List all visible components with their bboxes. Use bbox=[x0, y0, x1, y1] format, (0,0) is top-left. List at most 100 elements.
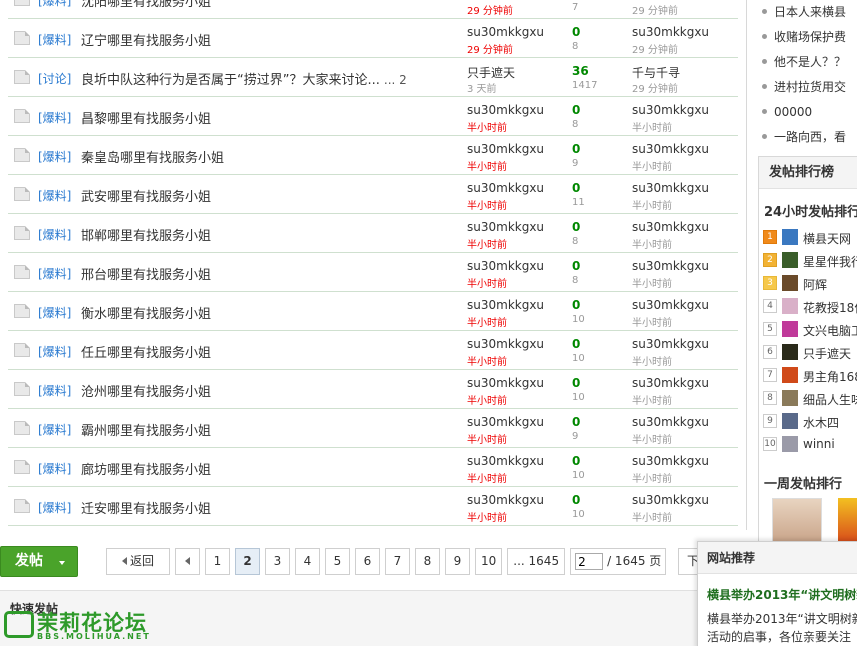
last-poster[interactable]: su30mkkgxu bbox=[632, 337, 709, 351]
thread-title[interactable]: 邯郸哪里有找服务小姐 bbox=[81, 225, 211, 244]
last-poster[interactable]: su30mkkgxu bbox=[632, 259, 709, 273]
thread-category[interactable]: [爆料] bbox=[38, 0, 71, 9]
last-post-time[interactable]: 半小时前 bbox=[632, 509, 672, 524]
thread-author[interactable]: su30mkkgxu bbox=[467, 259, 544, 273]
last-post-time[interactable]: 半小时前 bbox=[632, 431, 672, 446]
avatar[interactable] bbox=[782, 390, 798, 406]
thread-author[interactable]: su30mkkgxu bbox=[467, 376, 544, 390]
page-6-button[interactable]: 6 bbox=[355, 548, 380, 575]
thread-title-text[interactable]: 任丘哪里有找服务小姐 bbox=[81, 346, 211, 361]
ranking-item[interactable]: 3 阿辉 bbox=[763, 273, 857, 293]
list-item[interactable]: 00000 bbox=[762, 100, 857, 125]
last-post-time[interactable]: 半小时前 bbox=[632, 314, 672, 329]
thread-author[interactable]: su30mkkgxu bbox=[467, 337, 544, 351]
page-10-button[interactable]: 10 bbox=[475, 548, 503, 575]
last-post-time[interactable]: 半小时前 bbox=[632, 119, 672, 134]
thread-category[interactable]: [爆料] bbox=[38, 148, 71, 165]
back-button[interactable]: 返回 bbox=[106, 548, 170, 575]
last-poster[interactable]: su30mkkgxu bbox=[632, 220, 709, 234]
thread-title[interactable]: 廊坊哪里有找服务小姐 bbox=[81, 459, 211, 478]
thread-title[interactable]: 良圻中队这种行为是否属于“捞过界”？大家来讨论... ... 2 bbox=[81, 69, 407, 88]
reply-count[interactable]: 0 bbox=[572, 142, 580, 156]
thread-category[interactable]: [爆料] bbox=[38, 460, 71, 477]
thread-category[interactable]: [爆料] bbox=[38, 304, 71, 321]
ranking-item[interactable]: 2 星星伴我行 bbox=[763, 250, 857, 270]
thread-title-text[interactable]: 霸州哪里有找服务小姐 bbox=[81, 424, 211, 439]
avatar[interactable] bbox=[782, 298, 798, 314]
chevron-down-icon[interactable] bbox=[59, 561, 65, 565]
new-post-button[interactable]: 发帖 bbox=[0, 546, 78, 577]
last-post-time[interactable]: 半小时前 bbox=[632, 470, 672, 485]
last-poster[interactable]: su30mkkgxu bbox=[632, 298, 709, 312]
last-post-time[interactable]: 29 分钟前 bbox=[632, 41, 678, 56]
ranking-username[interactable]: 花教授18位 bbox=[803, 299, 857, 316]
thread-title[interactable]: 秦皇岛哪里有找服务小姐 bbox=[81, 147, 224, 166]
recommend-title[interactable]: 横县举办2013年“讲文明树新 bbox=[707, 586, 857, 603]
reply-count[interactable]: 0 bbox=[572, 298, 580, 312]
list-item[interactable]: 日本人来横县 bbox=[762, 0, 857, 25]
ranking-username[interactable]: 男主角168 bbox=[803, 368, 857, 385]
thread-category[interactable]: [爆料] bbox=[38, 109, 71, 126]
avatar[interactable] bbox=[782, 436, 798, 452]
news-title[interactable]: 收赌场保护费 bbox=[774, 30, 846, 44]
thread-pages-link[interactable]: ... 2 bbox=[384, 73, 407, 87]
thread-title-text[interactable]: 秦皇岛哪里有找服务小姐 bbox=[81, 151, 224, 166]
last-post-time[interactable]: 29 分钟前 bbox=[632, 80, 678, 95]
news-title[interactable]: 他不是人？？ bbox=[774, 55, 846, 69]
ranking-username[interactable]: 细品人生味 bbox=[803, 391, 857, 408]
thread-title[interactable]: 霸州哪里有找服务小姐 bbox=[81, 420, 211, 439]
site-logo[interactable]: 茉莉花论坛 BBS.MOLIHUA.NET bbox=[4, 608, 170, 646]
thread-title[interactable]: 辽宁哪里有找服务小姐 bbox=[81, 30, 211, 49]
thread-author[interactable]: su30mkkgxu bbox=[467, 454, 544, 468]
thread-author[interactable]: su30mkkgxu bbox=[467, 298, 544, 312]
thread-category[interactable]: [爆料] bbox=[38, 265, 71, 282]
thread-title-text[interactable]: 廊坊哪里有找服务小姐 bbox=[81, 463, 211, 478]
reply-count[interactable]: 0 bbox=[572, 454, 580, 468]
thread-title[interactable]: 任丘哪里有找服务小姐 bbox=[81, 342, 211, 361]
thread-title-text[interactable]: 武安哪里有找服务小姐 bbox=[81, 190, 211, 205]
reply-count[interactable]: 36 bbox=[572, 64, 589, 78]
weekly-avatar[interactable] bbox=[838, 498, 857, 544]
page-9-button[interactable]: 9 bbox=[445, 548, 470, 575]
page-7-button[interactable]: 7 bbox=[385, 548, 410, 575]
list-item[interactable]: 一路向西，看 bbox=[762, 125, 857, 150]
thread-author[interactable]: 只手遮天 bbox=[467, 64, 515, 81]
thread-author[interactable]: su30mkkgxu bbox=[467, 103, 544, 117]
avatar[interactable] bbox=[782, 321, 798, 337]
thread-title-text[interactable]: 辽宁哪里有找服务小姐 bbox=[81, 34, 211, 49]
list-item[interactable]: 他不是人？？ bbox=[762, 50, 857, 75]
thread-category[interactable]: [爆料] bbox=[38, 31, 71, 48]
thread-title-text[interactable]: 昌黎哪里有找服务小姐 bbox=[81, 112, 211, 127]
ranking-username[interactable]: 只手遮天 bbox=[803, 345, 851, 362]
ranking-item[interactable]: 7 男主角168 bbox=[763, 365, 857, 385]
thread-author[interactable]: su30mkkgxu bbox=[467, 493, 544, 507]
thread-title-text[interactable]: 良圻中队这种行为是否属于“捞过界”？大家来讨论... bbox=[81, 73, 380, 88]
ranking-item[interactable]: 1 横县天网 bbox=[763, 227, 857, 247]
thread-title[interactable]: 昌黎哪里有找服务小姐 bbox=[81, 108, 211, 127]
avatar[interactable] bbox=[782, 229, 798, 245]
weekly-avatar[interactable] bbox=[772, 498, 822, 544]
thread-title-text[interactable]: 邯郸哪里有找服务小姐 bbox=[81, 229, 211, 244]
avatar[interactable] bbox=[782, 367, 798, 383]
ranking-item[interactable]: 8 细品人生味 bbox=[763, 388, 857, 408]
page-1-button[interactable]: 1 bbox=[205, 548, 230, 575]
last-poster[interactable]: su30mkkgxu bbox=[632, 181, 709, 195]
last-post-time[interactable]: 半小时前 bbox=[632, 197, 672, 212]
page-5-button[interactable]: 5 bbox=[325, 548, 350, 575]
prev-page-button[interactable] bbox=[175, 548, 200, 575]
last-post-time[interactable]: 29 分钟前 bbox=[632, 2, 678, 17]
page-11-button[interactable]: ... 1645 bbox=[507, 548, 566, 575]
news-title[interactable]: 日本人来横县 bbox=[774, 5, 846, 19]
ranking-username[interactable]: 水木四 bbox=[803, 414, 839, 431]
thread-category[interactable]: [爆料] bbox=[38, 226, 71, 243]
thread-title[interactable]: 武安哪里有找服务小姐 bbox=[81, 186, 211, 205]
ranking-item[interactable]: 6 只手遮天 bbox=[763, 342, 857, 362]
last-post-time[interactable]: 半小时前 bbox=[632, 392, 672, 407]
page-3-button[interactable]: 3 bbox=[265, 548, 290, 575]
ranking-username[interactable]: 阿辉 bbox=[803, 276, 827, 293]
ranking-username[interactable]: 星星伴我行 bbox=[803, 253, 857, 270]
thread-category[interactable]: [爆料] bbox=[38, 343, 71, 360]
last-poster[interactable]: su30mkkgxu bbox=[632, 103, 709, 117]
last-poster[interactable]: su30mkkgxu bbox=[632, 25, 709, 39]
avatar[interactable] bbox=[782, 252, 798, 268]
